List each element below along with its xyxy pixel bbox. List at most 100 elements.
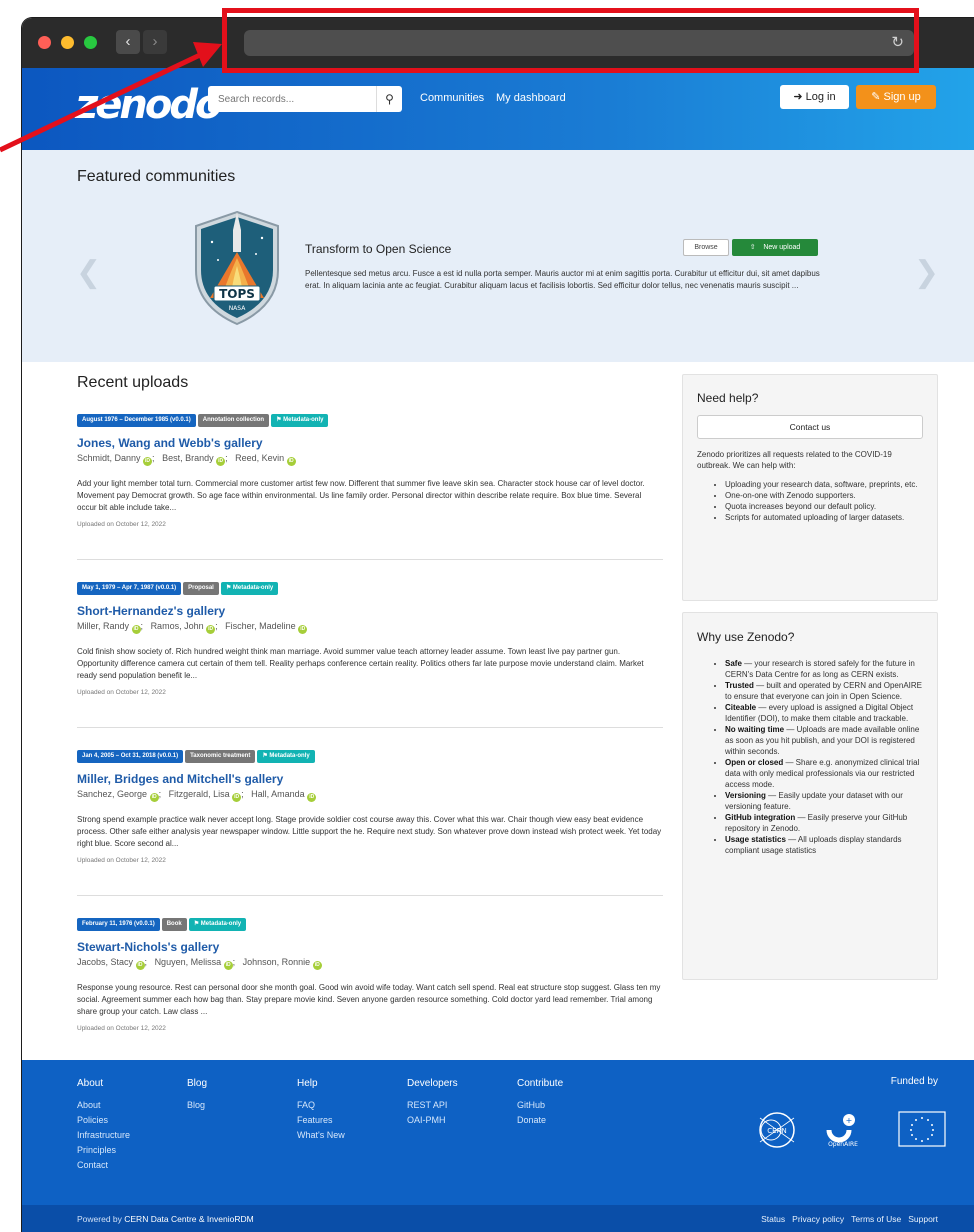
feature-text: — built and operated by CERN and OpenAIR… <box>725 681 922 701</box>
publication-date-badge: February 11, 1976 (v0.0.1) <box>77 918 160 931</box>
upload-tags: August 1976 – December 1985 (v0.0.1) Anno… <box>77 414 663 428</box>
author-name[interactable]: Ramos, John <box>151 621 204 631</box>
upload-date: Uploaded on October 12, 2022 <box>77 689 166 696</box>
author-name[interactable]: Jacobs, Stacy <box>77 957 133 967</box>
upload-tags: February 11, 1976 (v0.0.1) Book ⚑ Metadata… <box>77 918 663 932</box>
svg-text:+: + <box>846 1116 853 1125</box>
footer-column: About About Policies Infrastructure Principl… <box>77 1076 130 1173</box>
footer-column: Help FAQ Features What's New <box>297 1076 345 1143</box>
minimize-window-button[interactable] <box>61 36 74 49</box>
footer-link[interactable]: Contact <box>77 1158 130 1173</box>
author-name[interactable]: Fitzgerald, Lisa <box>169 789 230 799</box>
orcid-icon: iD <box>298 625 308 634</box>
author-name[interactable]: Fischer, Madeline <box>225 621 296 631</box>
upload-date: Uploaded on October 12, 2022 <box>77 857 166 864</box>
help-list-item: Quota increases beyond our default polic… <box>725 501 923 512</box>
footer-column: Developers REST API OAI-PMH <box>407 1076 458 1128</box>
zoom-window-button[interactable] <box>84 36 97 49</box>
new-upload-button[interactable]: ⇧ New upload <box>732 239 818 256</box>
footer-link[interactable]: About <box>77 1098 130 1113</box>
publication-date-badge: Jan 4, 2005 – Oct 31, 2018 (v0.0.1) <box>77 750 184 763</box>
back-button[interactable]: ‹ <box>116 30 140 54</box>
upload-authors: Jacobs, Stacy iD; Nguyen, Melissa iD; Jo… <box>77 957 322 970</box>
why-list-item: GitHub integration — Easily preserve you… <box>725 812 923 834</box>
annotation-highlight-box <box>222 8 919 73</box>
help-text: Zenodo prioritizes all requests related … <box>697 450 892 470</box>
author-name[interactable]: Reed, Kevin <box>235 453 284 463</box>
footer-link[interactable]: GitHub <box>517 1098 563 1113</box>
footer-link[interactable]: Blog <box>187 1098 207 1113</box>
footer-bottom-link[interactable]: Status <box>761 1214 785 1224</box>
orcid-icon: iD <box>143 457 153 466</box>
cern-text: CERN <box>767 1127 786 1135</box>
footer-bottom-link[interactable]: Privacy policy <box>792 1214 844 1224</box>
feature-term: Safe <box>725 659 742 668</box>
upload-tags: May 1, 1979 – Apr 7, 1987 (v0.0.1) Propos… <box>77 582 663 596</box>
browser-window: ‹ › ↻ zenodo ⚲ Communities My dashboard … <box>22 18 974 1232</box>
tag-icon: ⚑ <box>225 585 232 591</box>
access-status-badge: ⚑ Metadata-only <box>188 918 247 931</box>
tops-community-logo[interactable]: TOPS NASA <box>192 208 282 328</box>
signup-button[interactable]: ✎ Sign up <box>856 85 936 109</box>
footer-link[interactable]: What's New <box>297 1128 345 1143</box>
carousel-prev-icon[interactable]: ❮ <box>76 255 101 290</box>
feature-text: — your research is stored safely for the… <box>725 659 915 679</box>
carousel-next-icon[interactable]: ❯ <box>914 255 939 290</box>
powered-by-link[interactable]: CERN Data Centre & InvenioRDM <box>124 1214 253 1224</box>
author-name[interactable]: Best, Brandy <box>162 453 214 463</box>
feature-term: Citeable <box>725 703 757 712</box>
nav-communities[interactable]: Communities <box>420 92 484 104</box>
search-input[interactable] <box>208 86 372 112</box>
orcid-icon: iD <box>216 457 226 466</box>
footer-link[interactable]: Donate <box>517 1113 563 1128</box>
need-help-title: Need help? <box>697 391 759 405</box>
footer-bottom-link[interactable]: Terms of Use <box>851 1214 901 1224</box>
search-icon[interactable]: ⚲ <box>376 86 402 112</box>
orcid-icon: iD <box>223 961 233 970</box>
footer-link[interactable]: Infrastructure <box>77 1128 130 1143</box>
browse-button[interactable]: Browse <box>683 239 729 256</box>
community-name[interactable]: Transform to Open Science <box>305 242 451 256</box>
footer-link[interactable]: REST API <box>407 1098 458 1113</box>
footer-link[interactable]: Policies <box>77 1113 130 1128</box>
orcid-icon: iD <box>131 625 141 634</box>
why-list-item: No waiting time — Uploads are made avail… <box>725 724 923 757</box>
screenshot-stage: ‹ › ↻ zenodo ⚲ Communities My dashboard … <box>0 0 974 1232</box>
community-description: Pellentesque sed metus arcu. Fusce a est… <box>305 269 820 290</box>
footer-link[interactable]: OAI-PMH <box>407 1113 458 1128</box>
upload-title[interactable]: Stewart-Nichols's gallery <box>77 940 663 954</box>
author-name[interactable]: Schmidt, Danny <box>77 453 141 463</box>
author-name[interactable]: Johnson, Ronnie <box>243 957 311 967</box>
edit-icon: ✎ <box>871 91 881 103</box>
feature-term: Versioning <box>725 791 766 800</box>
footer-heading: Contribute <box>517 1078 564 1089</box>
upload-title[interactable]: Miller, Bridges and Mitchell's gallery <box>77 772 663 786</box>
upload-title[interactable]: Short-Hernandez's gallery <box>77 604 663 618</box>
feature-term: GitHub integration <box>725 813 796 822</box>
author-name[interactable]: Sanchez, George <box>77 789 147 799</box>
new-upload-label: New upload <box>763 244 801 251</box>
upload-title[interactable]: Jones, Wang and Webb's gallery <box>77 436 663 450</box>
feature-term: Trusted <box>725 681 754 690</box>
author-name[interactable]: Nguyen, Melissa <box>155 957 222 967</box>
tops-badge-text: TOPS <box>219 287 255 301</box>
footer-link[interactable]: FAQ <box>297 1098 345 1113</box>
orcid-icon: iD <box>135 961 145 970</box>
zenodo-logo[interactable]: zenodo <box>75 82 222 128</box>
access-status-badge: ⚑ Metadata-only <box>271 414 329 427</box>
upload-authors: Sanchez, George iD; Fitzgerald, Lisa iD;… <box>77 789 317 802</box>
footer-link[interactable]: Features <box>297 1113 345 1128</box>
why-list-item: Trusted — built and operated by CERN and… <box>725 680 923 702</box>
footer-link[interactable]: Principles <box>77 1143 130 1158</box>
contact-us-button[interactable]: Contact us <box>697 415 923 439</box>
login-button[interactable]: ➜ Log in <box>780 85 849 109</box>
nav-my-dashboard[interactable]: My dashboard <box>496 92 566 104</box>
author-name[interactable]: Hall, Amanda <box>251 789 305 799</box>
footer-bottom-link[interactable]: Support <box>908 1214 938 1224</box>
close-window-button[interactable] <box>38 36 51 49</box>
forward-button[interactable]: › <box>143 30 167 54</box>
resource-type-badge: Book <box>161 918 187 931</box>
upload-item: February 11, 1976 (v0.0.1) Book ⚑ Metadata… <box>77 918 663 1032</box>
upload-authors: Schmidt, Danny iD; Best, Brandy iD; Reed… <box>77 453 296 466</box>
author-name[interactable]: Miller, Randy <box>77 621 129 631</box>
